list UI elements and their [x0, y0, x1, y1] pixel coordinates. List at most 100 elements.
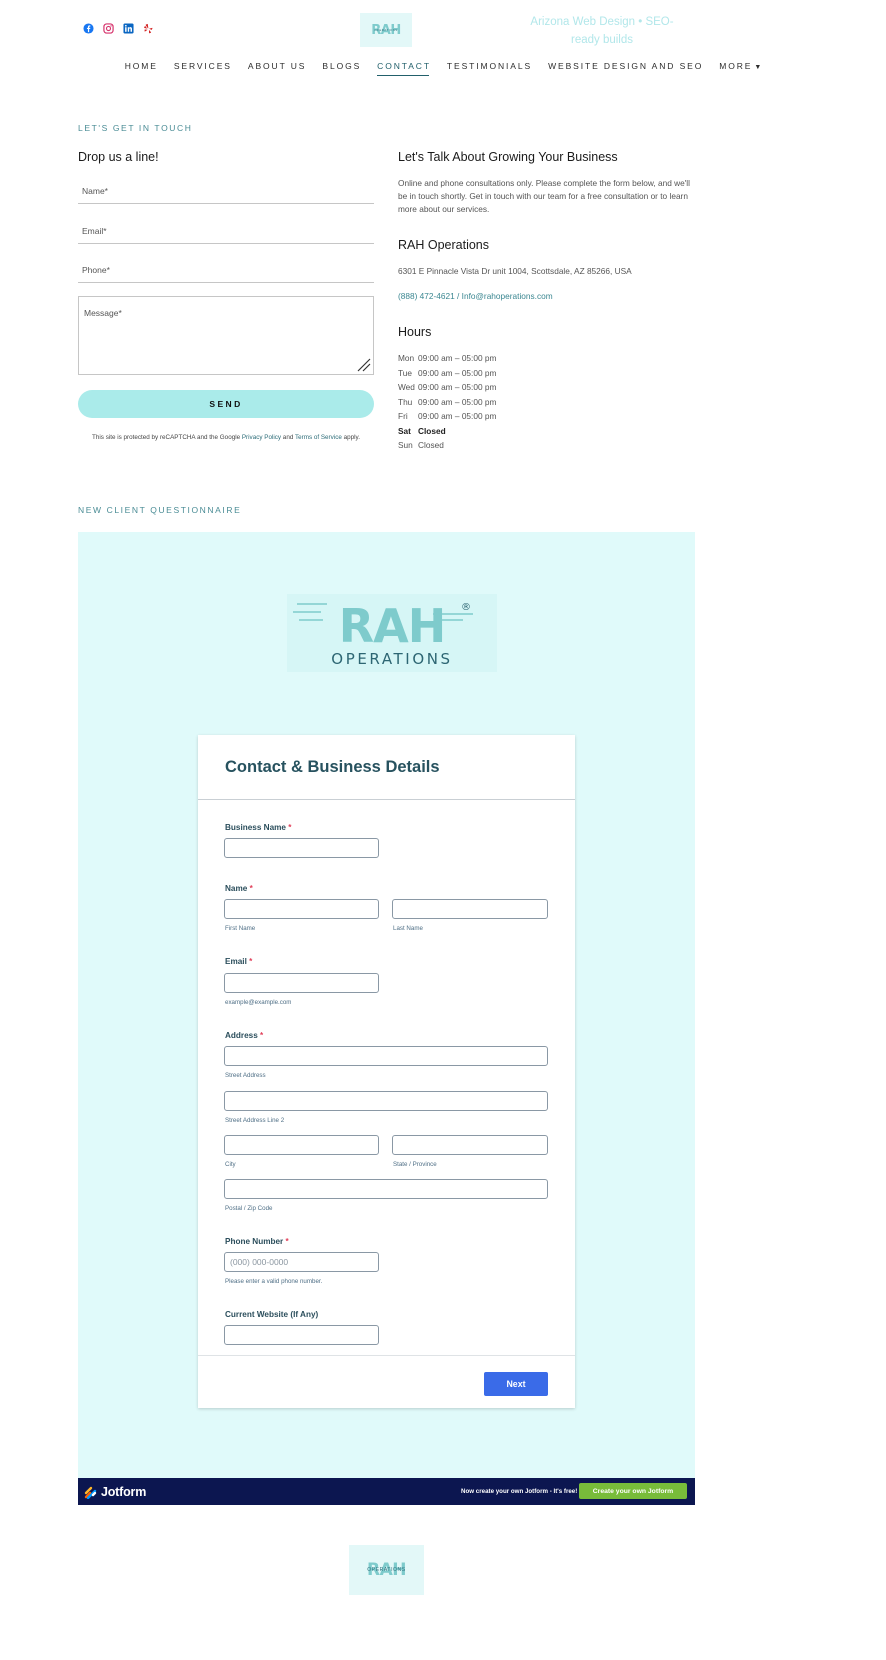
hours-day: Mon [398, 353, 415, 364]
required-mark: * [288, 823, 292, 832]
required-mark: * [260, 1031, 264, 1040]
business-name-label: Business Name * [225, 823, 291, 832]
hours-row: Fri 09:00 am – 05:00 pm [398, 409, 496, 424]
footer-logo[interactable]: RAH OPERATIONS [349, 1545, 424, 1595]
hours-table: Mon 09:00 am – 05:00 pm Tue 09:00 am – 05:… [398, 351, 496, 453]
caret-down-icon: ▼ [754, 64, 762, 71]
footer-divider [198, 1355, 575, 1356]
contact-separator: / [454, 291, 462, 301]
logo-subtext: OPERATIONS [374, 28, 398, 32]
contact-links: (888) 472-4621 / Info@rahoperations.com [398, 290, 553, 303]
create-jotform-button[interactable]: Create your own Jotform [579, 1483, 687, 1499]
postal-code-sublabel: Postal / Zip Code [225, 1205, 273, 1212]
hours-day: Wed [398, 382, 415, 393]
state-sublabel: State / Province [393, 1161, 437, 1168]
nav-more[interactable]: MORE ▼ [711, 60, 769, 76]
form-title: Contact & Business Details [225, 758, 440, 776]
nav-testimonials[interactable]: TESTIMONIALS [439, 60, 540, 76]
terms-of-service-link[interactable]: Terms of Service [295, 434, 342, 441]
name-placeholder: Name* [82, 186, 108, 196]
last-name-input[interactable] [392, 899, 548, 919]
current-website-label: Current Website (If Any) [225, 1310, 319, 1319]
hours-time: 09:00 am – 05:00 pm [418, 367, 497, 378]
recaptcha-notice: This site is protected by reCAPTCHA and … [78, 434, 374, 441]
phone-link[interactable]: (888) 472-4621 [398, 291, 455, 301]
last-name-sublabel: Last Name [393, 925, 423, 932]
instagram-icon[interactable] [103, 23, 114, 34]
hours-row: Sun Closed [398, 438, 496, 453]
current-website-input[interactable] [224, 1325, 379, 1345]
nav-blogs[interactable]: BLOGS [314, 60, 369, 76]
jotform-banner: Jotform Now create your own Jotform - It… [78, 1478, 695, 1505]
logo-subtext: OPERATIONS [367, 1566, 406, 1573]
questionnaire-eyebrow: NEW CLIENT QUESTIONNAIRE [78, 505, 242, 515]
email-label-text: Email [225, 957, 247, 966]
nav-services[interactable]: SERVICES [166, 60, 240, 76]
email-sublabel: example@example.com [225, 999, 292, 1006]
nav-about-us[interactable]: ABOUT US [240, 60, 315, 76]
nav-contact[interactable]: CONTACT [369, 60, 439, 76]
phone-number-placeholder: (000) 000-0000 [230, 1257, 289, 1267]
message-field[interactable]: Message* [78, 296, 374, 375]
facebook-icon[interactable] [83, 23, 94, 34]
company-name: RAH Operations [398, 238, 490, 252]
hours-title: Hours [398, 325, 432, 339]
logo-text: RAH [339, 599, 446, 653]
email-placeholder: Email* [82, 226, 107, 236]
send-button[interactable]: SEND [78, 390, 374, 418]
jotform-logo[interactable]: Jotform [84, 1485, 146, 1499]
phone-number-input[interactable]: (000) 000-0000 [224, 1252, 379, 1272]
hours-day: Sat [398, 425, 411, 436]
first-name-input[interactable] [224, 899, 379, 919]
business-name-input[interactable] [224, 838, 379, 858]
hours-day: Sun [398, 440, 413, 451]
site-logo[interactable]: RAH OPERATIONS [360, 13, 412, 47]
logo-registered-mark: ® [461, 602, 471, 613]
privacy-policy-link[interactable]: Privacy Policy [242, 434, 281, 441]
phone-field[interactable]: Phone* [78, 257, 374, 283]
yelp-icon[interactable] [143, 23, 154, 34]
nav-website-design-and-seo[interactable]: WEBSITE DESIGN AND SEO [540, 60, 711, 76]
required-mark: * [249, 957, 253, 966]
contact-form-title: Drop us a line! [78, 150, 159, 164]
phone-number-label: Phone Number * [225, 1237, 289, 1246]
message-placeholder: Message* [84, 308, 122, 318]
contact-eyebrow: LET'S GET IN TOUCH [78, 123, 193, 133]
hours-row: Thu 09:00 am – 05:00 pm [398, 395, 496, 410]
street-address-input[interactable] [224, 1046, 548, 1066]
hours-time: Closed [418, 425, 446, 436]
email-link[interactable]: Info@rahoperations.com [462, 291, 553, 301]
rah-operations-logo: RAH ® OPERATIONS [287, 594, 497, 672]
email-input[interactable] [224, 973, 379, 993]
email-field[interactable]: Email* [78, 218, 374, 244]
postal-code-input[interactable] [224, 1179, 548, 1199]
street-address-2-input[interactable] [224, 1091, 548, 1111]
address-label-text: Address [225, 1031, 258, 1040]
state-input[interactable] [392, 1135, 548, 1155]
name-label-text: Name [225, 884, 248, 893]
city-sublabel: City [225, 1161, 236, 1168]
first-name-sublabel: First Name [225, 925, 256, 932]
name-label: Name * [225, 884, 253, 893]
resize-handle-icon[interactable] [356, 357, 371, 372]
nav-home[interactable]: HOME [117, 60, 166, 76]
name-field[interactable]: Name* [78, 178, 374, 204]
site-tagline: Arizona Web Design • SEO-ready builds [530, 16, 674, 46]
nav-more-label: MORE [719, 61, 753, 71]
hours-time: 09:00 am – 05:00 pm [418, 382, 497, 393]
linkedin-icon[interactable] [123, 23, 134, 34]
jotform-brand: Jotform [101, 1485, 147, 1499]
city-input[interactable] [224, 1135, 379, 1155]
email-label: Email * [225, 957, 252, 966]
required-mark: * [249, 884, 253, 893]
next-button[interactable]: Next [484, 1372, 548, 1396]
phone-placeholder: Phone* [82, 265, 110, 275]
jotform-embed: RAH ® OPERATIONS Contact & Business Deta… [78, 532, 695, 1503]
info-body: Online and phone consultations only. Ple… [398, 178, 690, 214]
info-title: Let's Talk About Growing Your Business [398, 150, 618, 164]
hours-time: 09:00 am – 05:00 pm [418, 353, 497, 364]
hours-day: Thu [398, 396, 413, 407]
phone-number-label-text: Phone Number [225, 1237, 284, 1246]
captcha-prefix: This site is protected by reCAPTCHA and … [92, 434, 242, 441]
hours-day: Fri [398, 411, 408, 422]
